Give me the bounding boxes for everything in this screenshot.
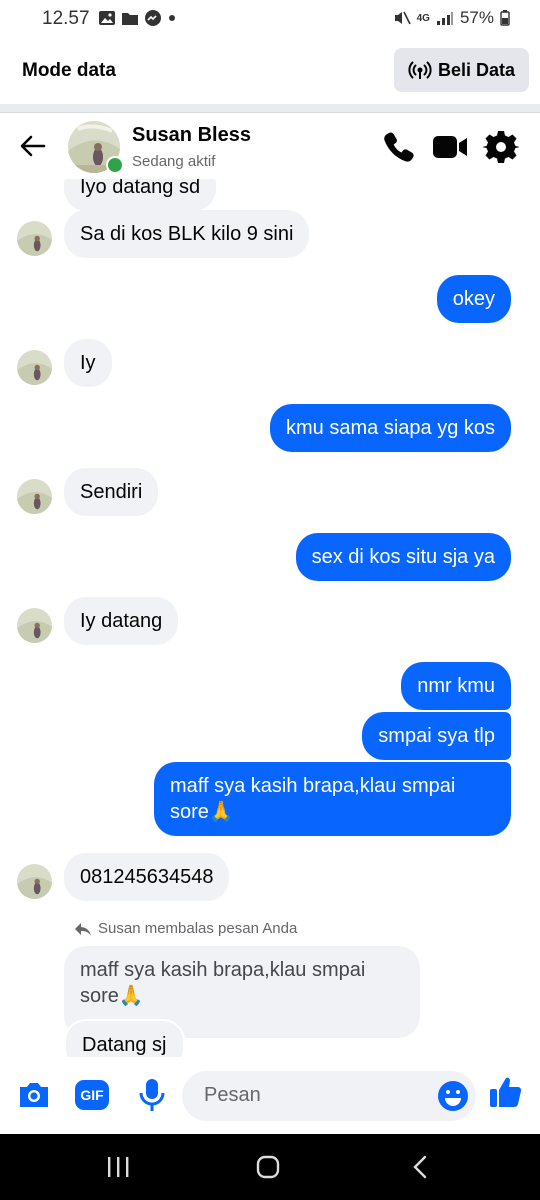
avatar [17,479,52,514]
message-input[interactable]: Pesan [182,1071,476,1121]
data-mode-banner: Mode data Beli Data [0,38,540,104]
message-incoming[interactable]: Datang sj [64,1019,185,1057]
status-time: 12.57 [42,8,90,29]
gear-icon[interactable] [483,129,519,165]
thumbs-up-icon[interactable] [488,1074,524,1110]
battery-icon [500,10,510,26]
battery-percent: 57% [459,8,494,27]
message-line: sore🙏 [170,801,234,823]
avatar [17,864,52,899]
chat-header: Susan Bless Sedang aktif [0,113,540,179]
contact-status: Sedang aktif [132,153,216,170]
network-type: 4G [416,12,430,24]
reply-note: Susan membalas pesan Anda [74,920,297,937]
message-outgoing[interactable]: smpai sya tlp [362,712,511,760]
data-mode-title: Mode data [22,60,116,81]
buy-data-button[interactable]: Beli Data [394,48,529,92]
message-outgoing[interactable]: kmu sama siapa yg kos [270,404,511,452]
camera-icon[interactable] [16,1077,52,1113]
message-list[interactable]: Iyo datang sd Sa di kos BLK kilo 9 sini … [0,179,540,1057]
avatar [17,221,52,256]
message-outgoing[interactable]: nmr kmu [401,662,511,710]
hotspot-icon [408,61,432,79]
online-indicator [106,156,124,174]
message-incoming[interactable]: Iyo datang sd [64,179,217,211]
gif-icon[interactable]: GIF [75,1077,111,1113]
reply-icon [75,922,91,936]
message-incoming[interactable]: Sa di kos BLK kilo 9 sini [64,210,310,258]
message-outgoing[interactable]: okey [436,275,511,323]
image-icon [99,11,115,25]
back-icon[interactable] [410,1155,430,1179]
home-icon[interactable] [256,1155,280,1179]
message-line: maff sya kasih brapa,klau smpai [170,775,456,797]
message-outgoing[interactable]: sex di kos situ sja ya [295,533,511,581]
quoted-line: sore🙏 [80,985,144,1007]
mute-icon [394,11,411,25]
avatar [17,608,52,643]
gif-label: GIF [75,1080,109,1110]
avatar [17,350,52,385]
dot-icon [169,15,175,21]
composer: GIF Pesan [0,1057,540,1134]
status-bar: 12.57 4G 57% [0,0,540,38]
buy-data-label: Beli Data [437,59,516,80]
message-incoming[interactable]: 081245634548 [64,853,230,901]
signal-icon [436,12,453,25]
messenger-icon [145,10,161,26]
notification-icons [98,9,177,27]
system-icons: 4G 57% [393,8,510,28]
quoted-line: maff sya kasih brapa,klau smpai [80,959,366,981]
mic-icon[interactable] [134,1077,170,1113]
message-incoming[interactable]: Iy datang [64,597,179,645]
contact-name[interactable]: Susan Bless [132,124,251,147]
recents-icon[interactable] [106,1156,130,1178]
phone-icon[interactable] [381,129,417,165]
message-incoming[interactable]: Iy [64,339,112,387]
android-nav-bar [0,1134,540,1200]
emoji-icon[interactable] [436,1079,470,1113]
back-arrow-icon[interactable] [16,129,50,163]
message-outgoing[interactable]: maff sya kasih brapa,klau smpai sore🙏 [154,762,511,836]
message-incoming[interactable]: Sendiri [64,468,159,516]
folder-icon [122,13,138,25]
reply-note-text: Susan membalas pesan Anda [98,920,298,937]
divider [0,104,540,113]
video-icon[interactable] [432,129,468,165]
message-input-placeholder: Pesan [204,1084,261,1106]
